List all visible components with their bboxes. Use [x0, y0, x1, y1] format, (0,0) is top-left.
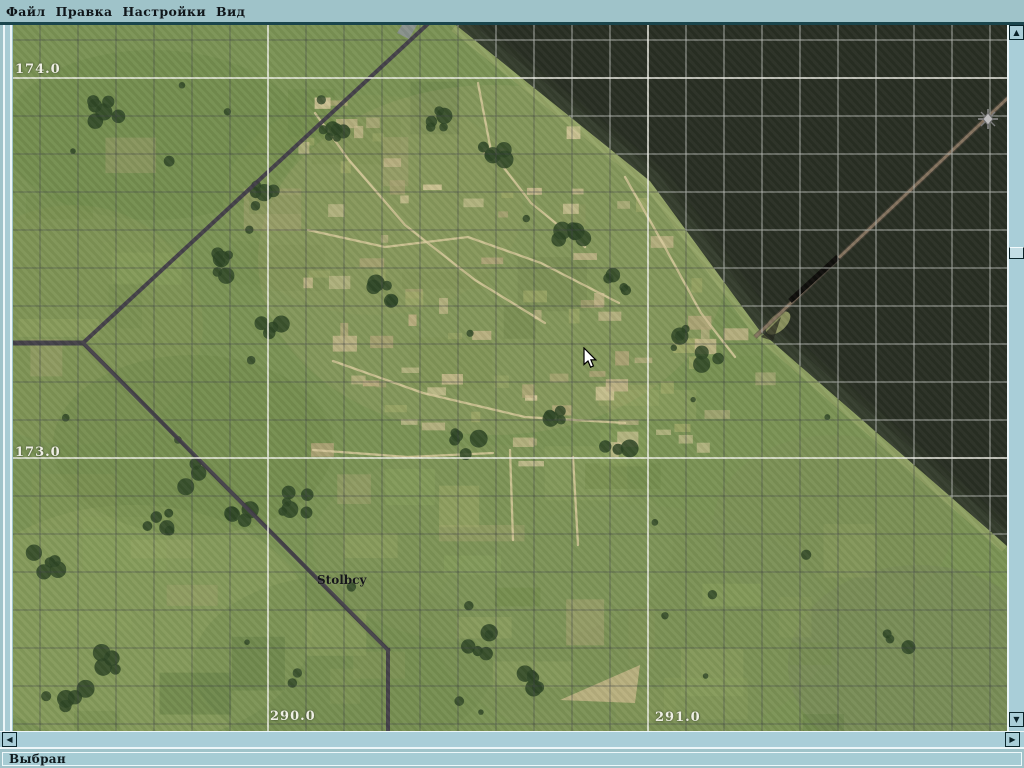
menu-item-file[interactable]: Файл — [6, 4, 46, 19]
vertical-scrollbar-thumb[interactable] — [1009, 247, 1024, 259]
up-arrow-icon: ▲ — [1013, 28, 1020, 37]
menubar: Файл Правка Настройки Вид — [0, 0, 1024, 22]
scroll-up-button[interactable]: ▲ — [1009, 25, 1024, 40]
menu-item-view[interactable]: Вид — [216, 4, 245, 19]
scroll-right-button[interactable]: ▶ — [1005, 732, 1020, 747]
left-vertical-scrollbar[interactable] — [0, 25, 13, 731]
mouse-cursor-icon — [583, 346, 598, 369]
map-decor-svg — [13, 25, 1007, 731]
map-canvas[interactable]: 174.0 173.0 290.0 291.0 Stolbcy — [13, 25, 1007, 731]
status-panel: Выбран — [2, 752, 1022, 766]
application-window: Файл Правка Настройки Вид 174.0 173.0 29… — [0, 0, 1024, 768]
horizontal-scrollbar[interactable]: ◀ ▶ — [0, 731, 1024, 747]
status-text: Выбран — [9, 752, 66, 766]
down-arrow-icon: ▼ — [1013, 715, 1020, 724]
right-arrow-icon: ▶ — [1009, 735, 1016, 744]
scroll-left-button[interactable]: ◀ — [2, 732, 17, 747]
waypoint-marker[interactable] — [977, 108, 999, 130]
left-arrow-icon: ◀ — [6, 735, 13, 744]
status-bar: Выбран — [0, 747, 1024, 768]
menu-item-settings[interactable]: Настройки — [123, 4, 207, 19]
star-marker-icon — [978, 109, 998, 129]
menu-item-edit[interactable]: Правка — [56, 4, 113, 19]
right-vertical-scrollbar[interactable]: ▲ ▼ — [1007, 25, 1024, 731]
scroll-down-button[interactable]: ▼ — [1009, 712, 1024, 727]
